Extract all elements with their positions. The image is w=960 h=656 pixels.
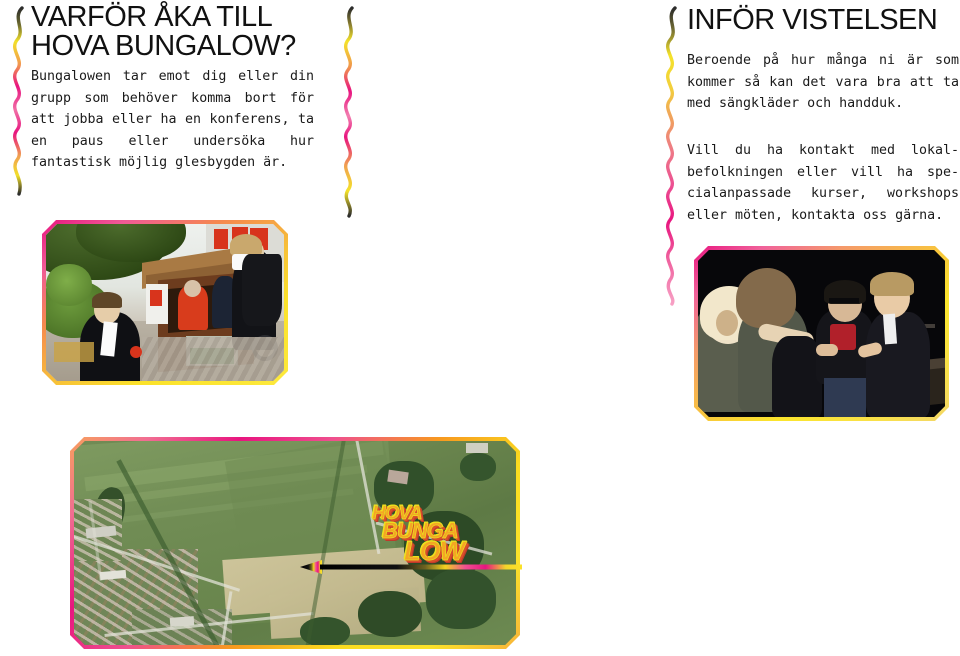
photo-market bbox=[42, 220, 288, 385]
intro-paragraph: Bungalowen tar emot dig eller din grupp … bbox=[31, 69, 314, 170]
poster-page: VARFÖR ÅKA TILL HOVA BUNGALOW? Bungalowe… bbox=[0, 0, 960, 656]
page-title: VARFÖR ÅKA TILL HOVA BUNGALOW? bbox=[31, 1, 296, 62]
squiggle-bracket-icon bbox=[337, 6, 363, 218]
photo-aerial bbox=[70, 437, 520, 649]
squiggle-bracket-icon bbox=[659, 6, 685, 306]
squiggle-bracket-icon bbox=[6, 6, 32, 196]
column-vad-ar: VAD ÄR HOVA BUNGALOW? I bungalowen finns… bbox=[655, 0, 960, 656]
